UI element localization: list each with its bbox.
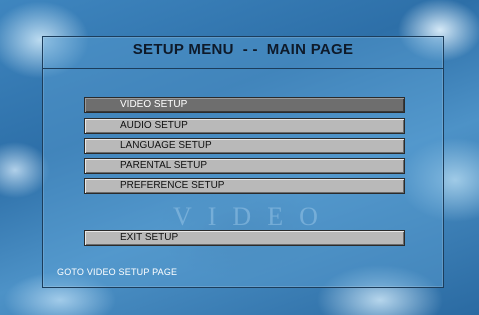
exit-setup-button[interactable]: EXIT SETUP (84, 230, 405, 246)
page-title: SETUP MENU - - MAIN PAGE (132, 41, 354, 58)
menu-item-video-setup[interactable]: VIDEO SETUP (84, 97, 405, 113)
menu-item-parental-setup[interactable]: PARENTAL SETUP (84, 158, 405, 174)
menu-item-audio-setup[interactable]: AUDIO SETUP (84, 118, 405, 134)
title-divider (43, 68, 443, 69)
status-hint: GOTO VIDEO SETUP PAGE (57, 267, 178, 277)
setup-screen: SETUP MENU - - MAIN PAGE VIDEO VIDEO SET… (0, 0, 479, 315)
menu-item-preference-setup[interactable]: PREFERENCE SETUP (84, 178, 405, 194)
setup-menu-panel: SETUP MENU - - MAIN PAGE VIDEO VIDEO SET… (42, 36, 444, 288)
menu-item-language-setup[interactable]: LANGUAGE SETUP (84, 138, 405, 154)
video-watermark: VIDEO (173, 202, 334, 231)
